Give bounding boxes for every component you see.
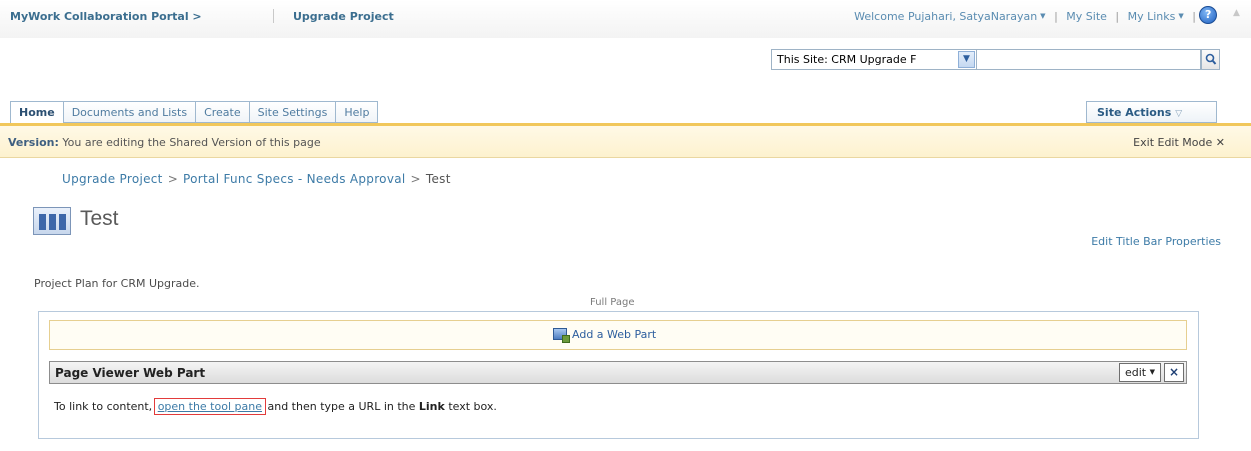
zone-label: Full Page	[590, 297, 635, 308]
web-part-title: Page Viewer Web Part	[55, 366, 206, 380]
chevron-down-icon: ▽	[1175, 109, 1183, 119]
divider: |	[1192, 10, 1196, 23]
portal-breadcrumb-link[interactable]: MyWork Collaboration Portal >	[10, 10, 202, 23]
top-bar: MyWork Collaboration Portal > Upgrade Pr…	[0, 0, 1251, 38]
search-scope-select[interactable]: This Site: CRM Upgrade F ▼	[771, 49, 977, 70]
welcome-menu[interactable]: Welcome Pujahari, SatyaNarayan ▼	[854, 10, 1045, 23]
add-web-part-button[interactable]: Add a Web Part	[553, 328, 656, 343]
user-links: Welcome Pujahari, SatyaNarayan ▼ | My Sit…	[854, 10, 1201, 23]
close-icon: ✕	[1215, 136, 1225, 149]
search-button[interactable]	[1201, 49, 1220, 70]
breadcrumb-current: Test	[425, 172, 451, 186]
version-text: Version: You are editing the Shared Vers…	[8, 136, 321, 149]
add-web-part-bar: Add a Web Part	[49, 320, 1187, 350]
caret-down-icon: ▼	[1178, 12, 1184, 20]
tab-home[interactable]: Home	[10, 101, 64, 123]
my-links-menu[interactable]: My Links ▼	[1128, 10, 1184, 23]
web-part-body: To link to content, open the tool pane a…	[54, 398, 497, 415]
my-site-link[interactable]: My Site	[1066, 10, 1107, 23]
divider: |	[1115, 10, 1120, 23]
page-description: Project Plan for CRM Upgrade.	[34, 277, 200, 290]
version-bar: Version: You are editing the Shared Vers…	[0, 126, 1251, 158]
tab-create[interactable]: Create	[196, 101, 250, 123]
web-part-close-button[interactable]: ×	[1164, 363, 1184, 382]
web-part-edit-menu[interactable]: edit ▼	[1119, 363, 1161, 382]
caret-down-icon: ▼	[1040, 12, 1046, 20]
site-breadcrumb-link[interactable]: Upgrade Project	[293, 10, 394, 23]
chevron-down-icon[interactable]: ▼	[958, 51, 975, 68]
add-web-part-icon	[553, 328, 570, 343]
breadcrumb-separator: >	[410, 172, 421, 186]
breadcrumb-link-upgrade-project[interactable]: Upgrade Project	[62, 172, 163, 186]
page-icon-bar	[49, 214, 56, 230]
divider: |	[1054, 10, 1058, 23]
top-nav-tabs: Home Documents and Lists Create Site Set…	[10, 101, 379, 123]
page-icon-bar	[59, 214, 66, 230]
breadcrumb-link-portal-func-specs[interactable]: Portal Func Specs - Needs Approval	[183, 172, 405, 186]
tab-documents-and-lists[interactable]: Documents and Lists	[63, 101, 197, 123]
breadcrumb: Upgrade Project > Portal Func Specs - Need…	[62, 172, 451, 186]
exit-edit-mode-link[interactable]: Exit Edit Mode ✕	[1133, 136, 1225, 149]
edit-title-bar-properties-link[interactable]: Edit Title Bar Properties	[1091, 235, 1221, 248]
help-icon[interactable]	[1199, 6, 1217, 24]
web-part-header: Page Viewer Web Part edit ▼ ×	[49, 361, 1187, 384]
search-input[interactable]	[977, 49, 1201, 70]
scroll-up-icon[interactable]: ▲	[1233, 8, 1243, 20]
tab-help[interactable]: Help	[336, 101, 379, 123]
page-icon-bar	[39, 214, 46, 230]
caret-down-icon: ▼	[1149, 368, 1156, 376]
breadcrumb-divider	[273, 9, 274, 23]
web-part-zone: Add a Web Part Page Viewer Web Part edit…	[38, 311, 1199, 439]
tab-site-settings[interactable]: Site Settings	[249, 101, 337, 123]
search-icon	[1205, 53, 1217, 65]
breadcrumb-separator: >	[167, 172, 179, 186]
site-actions-menu[interactable]: Site Actions ▽	[1086, 101, 1217, 123]
page-icon	[33, 207, 71, 235]
page-title: Test	[80, 207, 119, 230]
open-tool-pane-link[interactable]: open the tool pane	[153, 398, 266, 415]
